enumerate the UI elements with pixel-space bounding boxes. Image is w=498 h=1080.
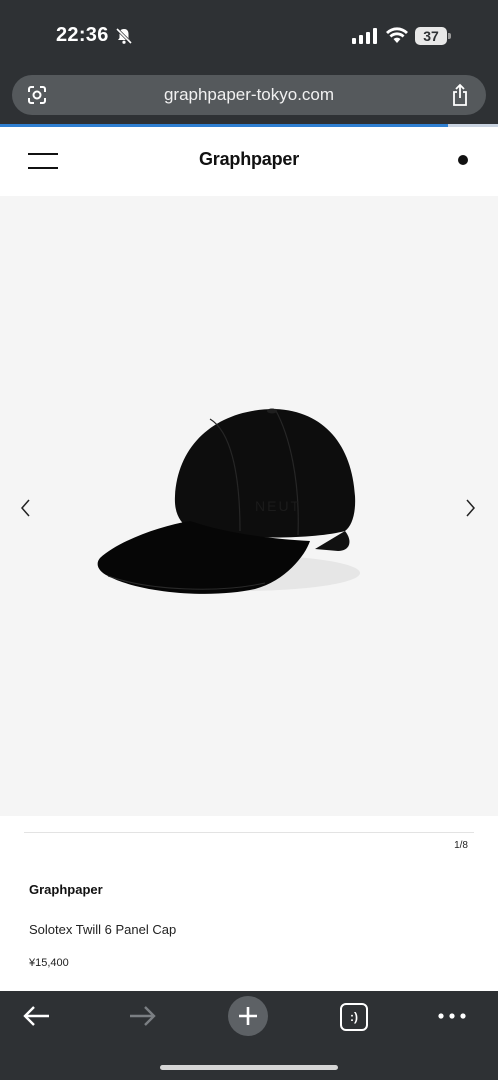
brand-logo[interactable]: Graphpaper xyxy=(0,127,498,191)
black-cap-photo: NEUT xyxy=(97,408,360,594)
more-dots-icon[interactable] xyxy=(436,1008,468,1024)
chevron-right-icon[interactable] xyxy=(460,496,480,520)
wifi-icon xyxy=(386,27,408,43)
product-image-gallery[interactable]: NEUT xyxy=(0,196,498,816)
back-arrow-icon[interactable] xyxy=(22,1004,52,1028)
tab-switcher-button[interactable]: :) xyxy=(340,1003,368,1031)
signal-icon xyxy=(352,28,377,44)
gallery-divider xyxy=(24,832,474,833)
image-counter: 1/8 xyxy=(454,840,468,851)
cart-dot-icon[interactable] xyxy=(458,155,468,165)
product-brand[interactable]: Graphpaper xyxy=(29,882,103,897)
url-text[interactable]: graphpaper-tokyo.com xyxy=(12,75,486,115)
home-indicator[interactable] xyxy=(160,1065,338,1070)
share-icon[interactable] xyxy=(450,83,470,107)
battery-level: 37 xyxy=(423,28,439,44)
browser-bottom-toolbar: :) xyxy=(0,991,498,1080)
address-bar[interactable]: graphpaper-tokyo.com xyxy=(12,75,486,115)
product-price: ¥15,400 xyxy=(29,957,69,969)
browser-top-chrome: 22:36 37 graphpaper-tokyo.com xyxy=(0,0,498,125)
plus-icon xyxy=(239,1007,257,1025)
product-name: Solotex Twill 6 Panel Cap xyxy=(29,922,177,937)
chevron-left-icon[interactable] xyxy=(16,496,36,520)
status-time: 22:36 xyxy=(56,24,109,46)
forward-arrow-icon[interactable] xyxy=(127,1004,157,1028)
svg-text:NEUT: NEUT xyxy=(255,498,301,514)
site-header: Graphpaper xyxy=(0,127,498,195)
bell-slash-icon xyxy=(115,27,133,45)
battery-icon: 37 xyxy=(415,27,451,45)
new-tab-button[interactable] xyxy=(228,996,268,1036)
